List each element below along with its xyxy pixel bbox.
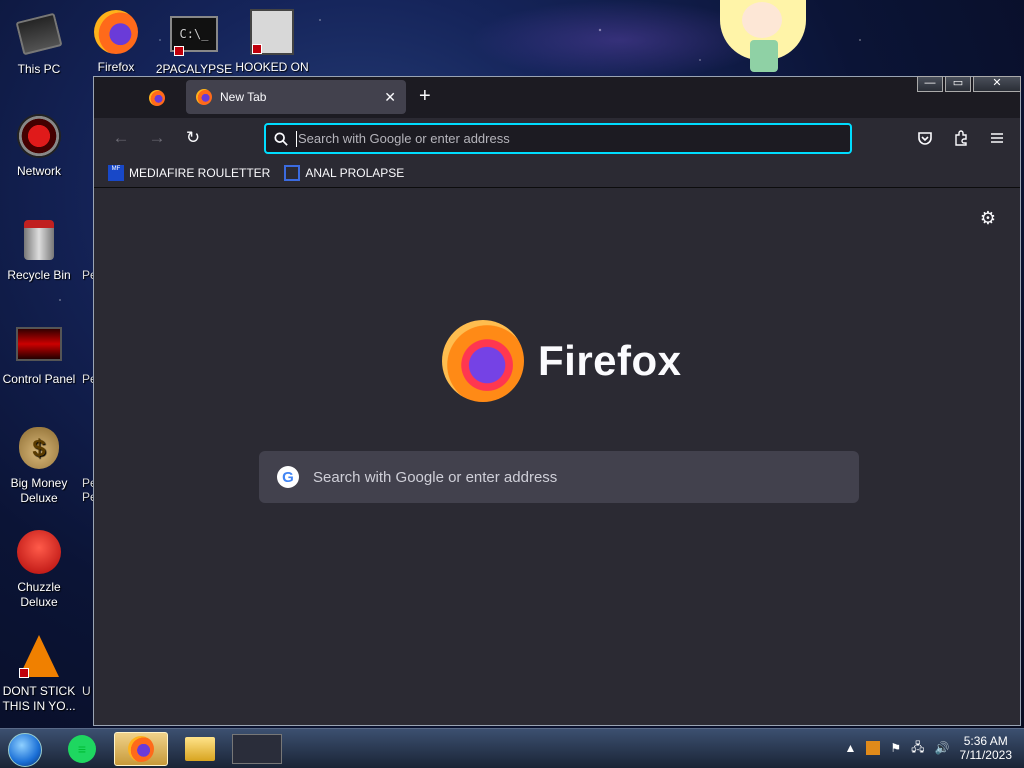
firefox-window: New Tab ✕ + — ▭ ✕ ← → ↻ Search with Goog… xyxy=(93,76,1021,726)
desktop-icon-label: This PC xyxy=(17,62,61,76)
firefox-icon xyxy=(196,89,212,105)
menu-icon[interactable] xyxy=(982,123,1012,153)
list-app-icon: ≡ xyxy=(68,735,96,763)
game-icon xyxy=(248,8,296,56)
window-controls: — ▭ ✕ xyxy=(917,76,1021,92)
new-tab-page: ⚙ Firefox G Search with Google or enter … xyxy=(94,188,1020,725)
firefox-icon xyxy=(442,320,524,402)
firefox-wordmark: Firefox xyxy=(538,337,682,384)
tray-app-icon[interactable] xyxy=(866,741,881,755)
chuzzle-icon xyxy=(15,528,63,576)
desktop-icon-hooked-on[interactable]: HOOKED ON xyxy=(230,8,314,75)
show-hidden-icons-icon[interactable]: ▲ xyxy=(845,741,857,755)
character-sticker xyxy=(720,0,806,76)
money-bag-icon: $ xyxy=(15,424,63,472)
desktop-icon-chuzzle[interactable]: Chuzzle Deluxe xyxy=(0,528,81,610)
toolbar-right xyxy=(910,123,1012,153)
desktop-icon-vlc-shortcut[interactable]: DONT STICK THIS IN YO... xyxy=(0,632,81,714)
bookmark-label: MEDIAFIRE ROULETTER xyxy=(129,165,271,180)
forward-button[interactable]: → xyxy=(142,123,172,153)
gear-icon[interactable]: ⚙ xyxy=(980,208,996,229)
taskbar-app-firefox[interactable] xyxy=(114,732,168,766)
minimize-button[interactable]: — xyxy=(917,76,943,92)
clock-time: 5:36 AM xyxy=(963,734,1008,748)
mediafire-icon: MF xyxy=(108,164,124,181)
back-button[interactable]: ← xyxy=(106,123,136,153)
game-icon xyxy=(232,734,282,764)
desktop-icon-this-pc[interactable]: This PC xyxy=(0,10,81,77)
system-tray: ▲ ⚑ 🖧 🔊 5:36 AM 7/11/2023 xyxy=(845,734,1013,762)
taskbar: ≡ ▲ ⚑ 🖧 🔊 5:36 AM 7/11/2023 xyxy=(0,728,1024,768)
firefox-view-button[interactable] xyxy=(146,87,168,109)
firefox-icon xyxy=(149,90,165,106)
tab-title: New Tab xyxy=(220,90,267,104)
search-icon xyxy=(274,131,288,146)
search-placeholder: Search with Google or enter address xyxy=(313,468,558,486)
desktop-icon-label: 2PACALYPSE xyxy=(155,62,233,76)
action-center-flag-icon[interactable]: ⚑ xyxy=(890,741,901,755)
desktop-icon-big-money[interactable]: $ Big Money Deluxe xyxy=(0,424,81,506)
desktop-icon-label: Control Panel xyxy=(2,372,76,386)
taskbar-app-green[interactable]: ≡ xyxy=(64,732,100,766)
bookmark-anal-prolapse[interactable]: ANAL PROLAPSE xyxy=(284,164,405,181)
obscured-icon-label: U xyxy=(82,684,91,698)
firefox-icon xyxy=(92,8,140,56)
bookmark-mediafire-rouletter[interactable]: MF MEDIAFIRE ROULETTER xyxy=(108,164,271,181)
network-icon xyxy=(15,112,63,160)
desktop-icon-label: HOOKED ON xyxy=(235,60,309,74)
desktop-icon-label: Recycle Bin xyxy=(7,268,71,282)
new-tab-button[interactable]: + xyxy=(419,85,431,108)
reload-button[interactable]: ↻ xyxy=(178,123,208,153)
maximize-button[interactable]: ▭ xyxy=(945,76,971,92)
desktop-icon-recycle-bin[interactable]: Recycle Bin xyxy=(0,216,81,283)
desktop-icon-label: Big Money Deluxe xyxy=(10,476,68,505)
desktop-icon-firefox[interactable]: Firefox xyxy=(74,8,158,75)
computer-icon xyxy=(15,10,63,58)
text-caret xyxy=(296,130,297,147)
new-tab-search-input[interactable]: G Search with Google or enter address xyxy=(259,451,859,503)
firefox-logo: Firefox xyxy=(442,320,682,402)
desktop-icon-label: Chuzzle Deluxe xyxy=(17,580,61,609)
console-icon: C:\_ xyxy=(170,10,218,58)
google-icon: G xyxy=(277,466,299,488)
desktop-icon-control-panel[interactable]: Control Panel xyxy=(0,320,81,387)
desktop-icon-label: Firefox xyxy=(97,60,135,74)
start-button[interactable] xyxy=(8,733,42,767)
vlc-cone-icon xyxy=(15,632,63,680)
recycle-bin-icon xyxy=(15,216,63,264)
bookmark-favicon-icon xyxy=(284,164,301,181)
bookmarks-toolbar: MF MEDIAFIRE ROULETTER ANAL PROLAPSE xyxy=(94,158,1020,188)
network-icon[interactable]: 🖧 xyxy=(911,738,924,759)
extensions-icon[interactable] xyxy=(946,123,976,153)
url-bar-placeholder: Search with Google or enter address xyxy=(298,131,510,146)
firefox-icon xyxy=(128,736,154,762)
navigation-toolbar: ← → ↻ Search with Google or enter addres… xyxy=(94,118,1020,158)
tab-strip: New Tab ✕ + — ▭ ✕ xyxy=(94,76,1021,118)
pocket-icon[interactable] xyxy=(910,123,940,153)
desktop-icon-2pacalypse[interactable]: C:\_ 2PACALYPSE xyxy=(152,10,236,77)
desktop-icon-network[interactable]: Network xyxy=(0,112,81,179)
bookmark-label: ANAL PROLAPSE xyxy=(305,165,405,180)
folder-icon xyxy=(185,737,215,761)
volume-icon[interactable]: 🔊 xyxy=(935,741,950,755)
close-window-button[interactable]: ✕ xyxy=(973,76,1021,92)
desktop-icon-label: DONT STICK THIS IN YO... xyxy=(2,684,76,713)
control-panel-icon xyxy=(15,320,63,368)
tab-new-tab[interactable]: New Tab ✕ xyxy=(186,80,406,114)
taskbar-app-file-explorer[interactable] xyxy=(180,732,220,766)
desktop-icon-label: Network xyxy=(16,164,61,178)
close-tab-icon[interactable]: ✕ xyxy=(384,89,396,106)
clock[interactable]: 5:36 AM 7/11/2023 xyxy=(960,734,1013,762)
clock-date: 7/11/2023 xyxy=(959,748,1013,762)
url-bar[interactable]: Search with Google or enter address xyxy=(264,123,852,154)
taskbar-app-game[interactable] xyxy=(230,732,284,766)
